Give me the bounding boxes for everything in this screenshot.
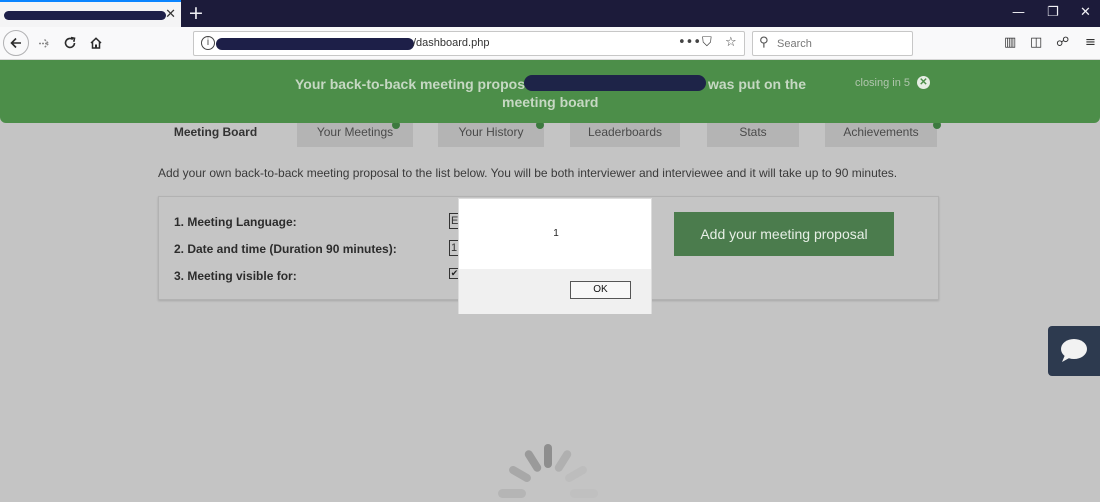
sidebar-icon[interactable]: ◫ [1030,35,1042,50]
alert-ok-button[interactable]: OK [570,281,631,299]
library-icon[interactable]: ▥ [1004,35,1016,50]
forward-icon[interactable] [32,31,56,55]
loading-spinner-icon [498,444,598,498]
home-icon[interactable] [84,31,108,55]
reload-icon[interactable] [58,31,82,55]
restore-button[interactable]: ❐ [1047,5,1059,21]
back-icon[interactable] [3,30,29,56]
browser-tab-bar: ✕ + — ❐ ✕ [0,0,1100,27]
banner-message-line2: meeting board [502,94,599,110]
navigation-toolbar: i /dashboard.php ••• ⛉ ☆ ⚲ Search ▥ ◫ ☍ … [0,27,1100,60]
alert-footer: OK [459,269,651,314]
notification-banner [0,60,1100,123]
sync-icon[interactable]: ☍ [1056,35,1069,50]
intro-text: Add your own back-to-back meeting propos… [158,166,898,180]
alert-message: 1 [553,228,559,239]
search-icon: ⚲ [759,35,769,50]
menu-icon[interactable]: ≡ [1085,35,1096,50]
alert-dialog: 1 OK [458,198,652,314]
banner-close-icon[interactable]: ✕ [917,76,930,89]
banner-message-end: was put on the [708,76,806,92]
url-redacted [216,38,414,50]
browser-tab[interactable]: ✕ [0,0,181,27]
tab-title-redacted [4,11,166,20]
chat-icon [1061,339,1087,362]
search-bar[interactable]: ⚲ Search [752,31,913,56]
meeting-language-label: 1. Meeting Language: [174,215,297,229]
site-info-icon[interactable]: i [201,36,215,50]
bookmark-star-icon[interactable]: ☆ [725,35,737,50]
banner-redacted-text [524,75,706,91]
date-time-label: 2. Date and time (Duration 90 minutes): [174,242,397,256]
banner-message-start: Your back-to-back meeting proposal [295,76,537,92]
minimize-button[interactable]: — [1012,5,1025,21]
search-placeholder: Search [777,38,812,50]
tab-close-icon[interactable]: ✕ [165,7,176,21]
close-window-button[interactable]: ✕ [1080,5,1091,21]
banner-countdown: closing in 5 [855,77,911,89]
address-bar[interactable]: i /dashboard.php ••• ⛉ ☆ [193,31,745,56]
pocket-icon[interactable]: ⛉ [702,35,712,50]
url-path: /dashboard.php [413,37,490,49]
add-meeting-proposal-button[interactable]: Add your meeting proposal [674,212,894,256]
meeting-visible-label: 3. Meeting visible for: [174,269,297,283]
chat-widget-button[interactable] [1048,326,1100,376]
page-actions-icon[interactable]: ••• [678,35,701,50]
new-tab-button[interactable]: + [188,3,204,23]
